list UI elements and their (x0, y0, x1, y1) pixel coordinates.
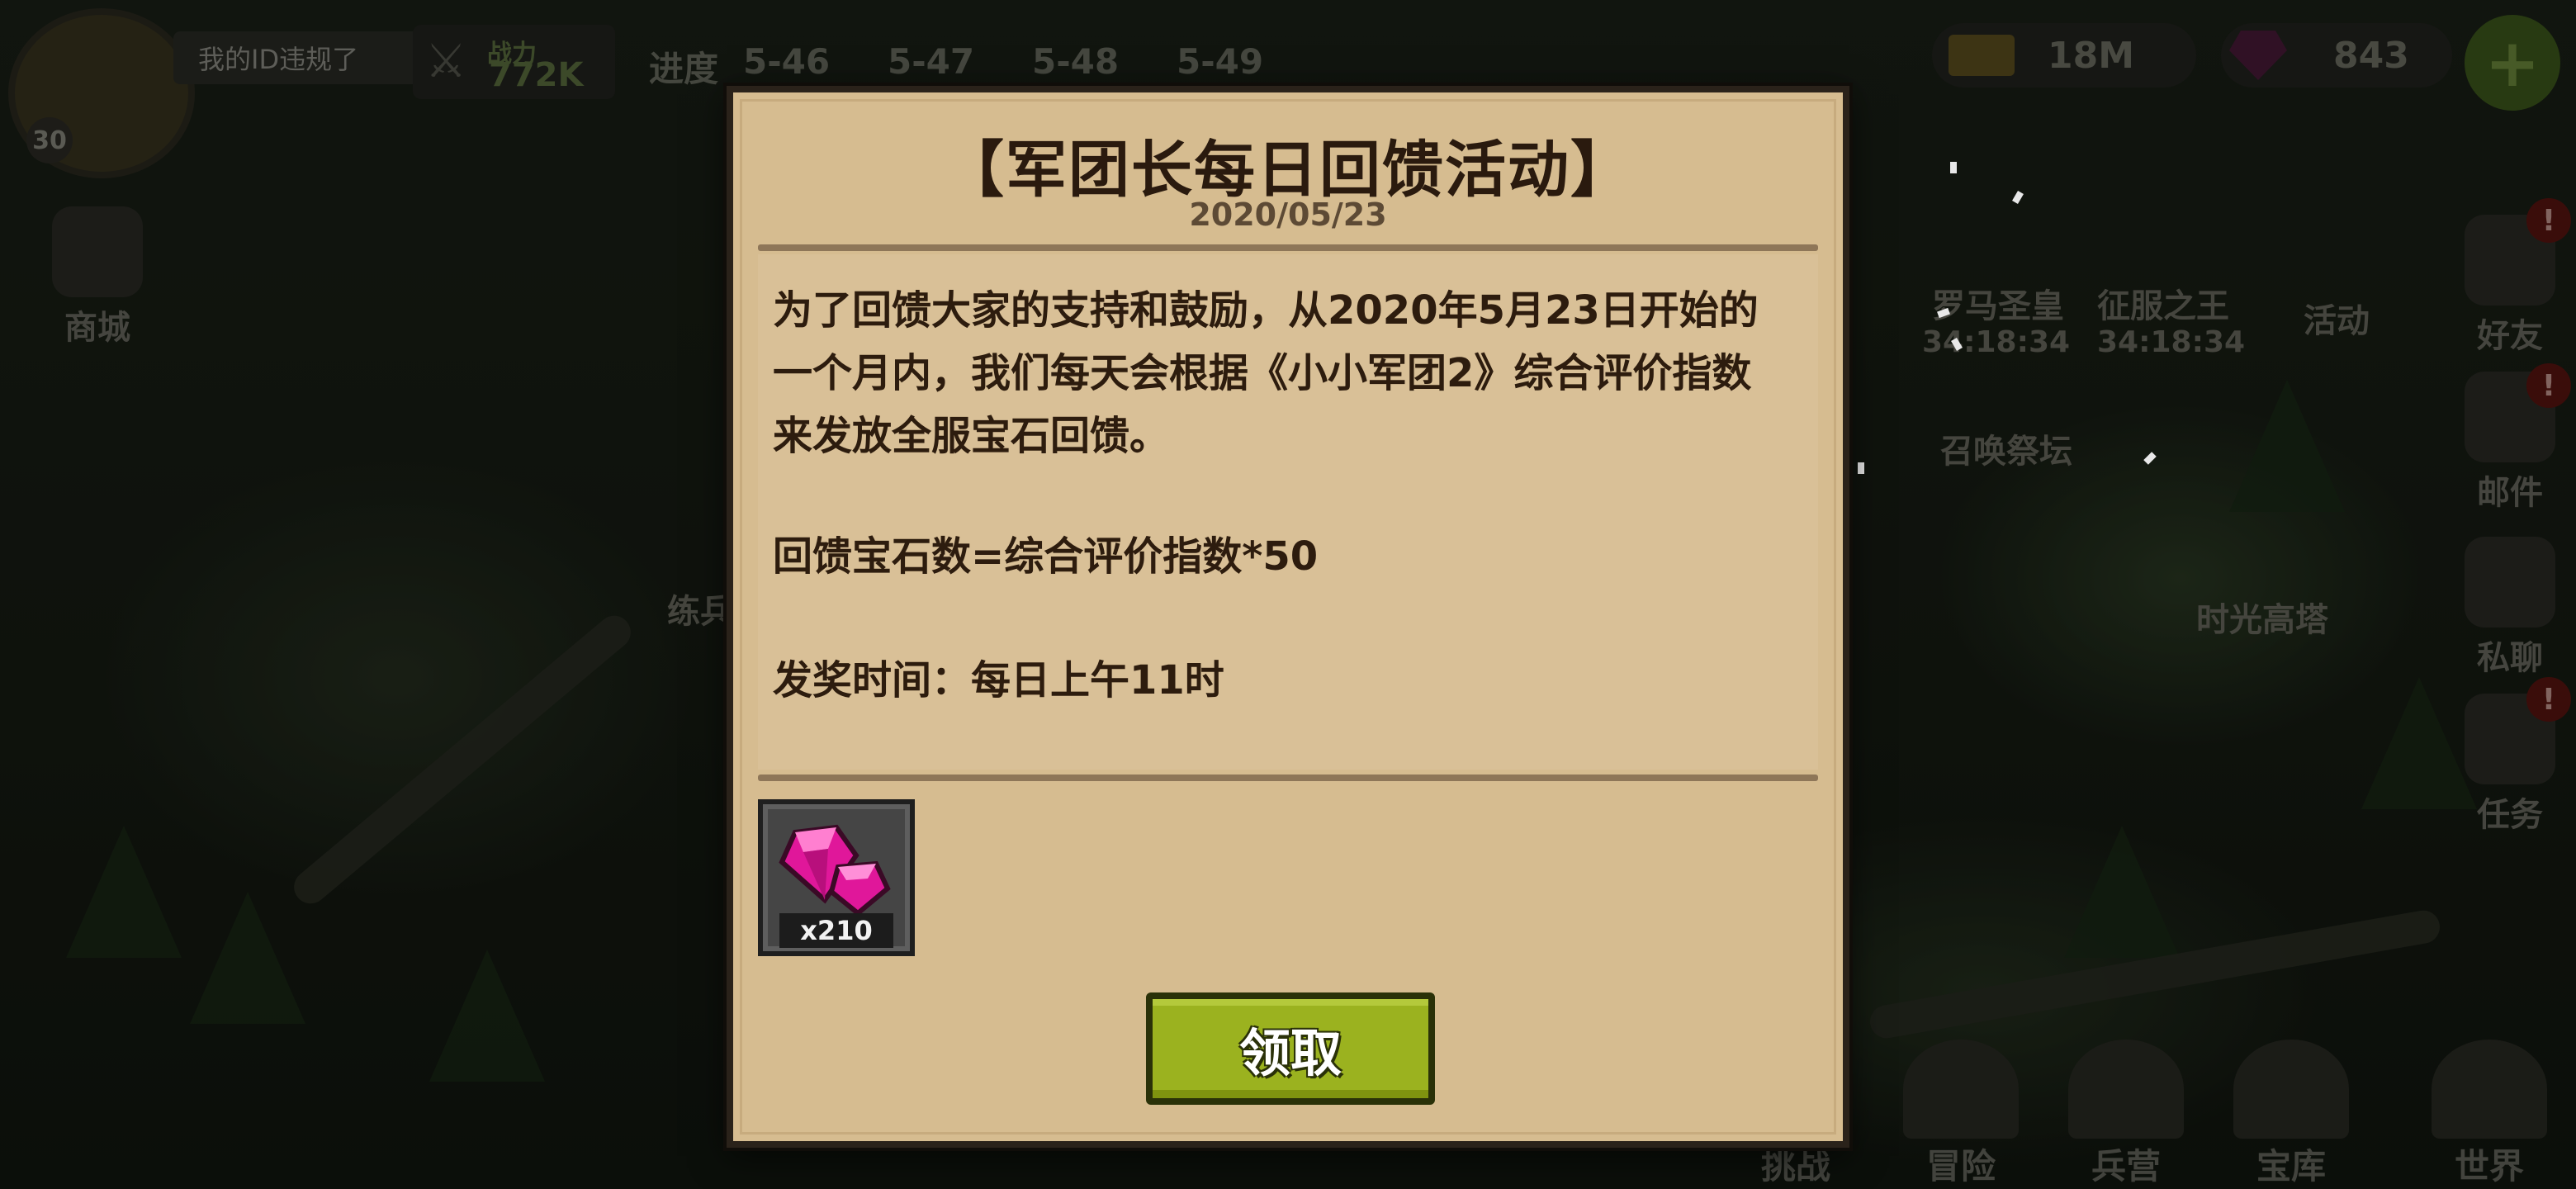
dialog-date: 2020/05/23 (1189, 197, 1387, 233)
description-line-1: 为了回馈大家的支持和鼓励，从2020年5月23日开始的 (773, 287, 1759, 334)
reward-slot[interactable]: x210 (758, 799, 915, 956)
dialog-title: 【军团长每日回馈活动】 (943, 135, 1633, 206)
reward-count: x210 (779, 913, 893, 948)
sparkle (1950, 162, 1957, 173)
gem-icon (779, 824, 891, 917)
top-divider (758, 244, 1818, 251)
description-line-3: 来发放全服宝石回馈。 (773, 413, 1170, 459)
content-area: 为了回馈大家的支持和鼓励，从2020年5月23日开始的 一个月内，我们每天会根据… (758, 254, 1818, 770)
award-time-text: 发奖时间：每日上午11时 (773, 657, 1224, 703)
formula-text: 回馈宝石数=综合评价指数*50 (773, 533, 1319, 580)
claim-button[interactable]: 领取 (1146, 992, 1435, 1105)
event-dialog: 【军团长每日回馈活动】 2020/05/23 为了回馈大家的支持和鼓励，从202… (727, 86, 1849, 1148)
description-line-2: 一个月内，我们每天会根据《小小军团2》综合评价指数 (773, 350, 1752, 396)
bottom-divider (758, 775, 1818, 781)
sparkle (1858, 462, 1864, 474)
